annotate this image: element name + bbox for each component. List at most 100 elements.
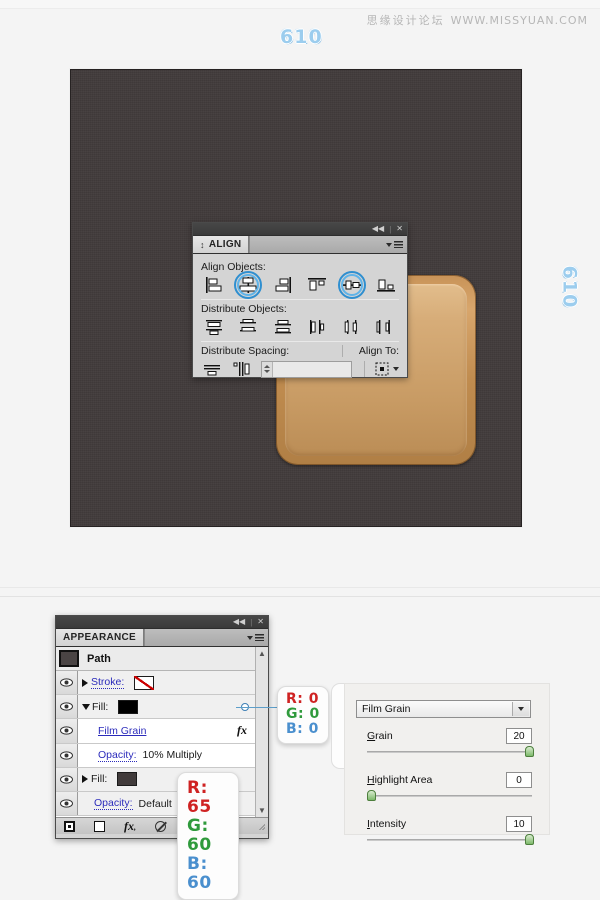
grain-slider-thumb[interactable] xyxy=(525,746,535,757)
film-grain-dialog[interactable]: Film Grain GGrainrain 20 Highlight Area … xyxy=(331,683,550,845)
appearance-row-film-grain[interactable]: Film Grain fx xyxy=(56,719,255,744)
grain-row: GGrainrain 20 xyxy=(367,728,532,744)
film-grain-label[interactable]: Film Grain xyxy=(98,725,146,737)
tab-filler xyxy=(249,236,407,253)
row-content[interactable]: Stroke: xyxy=(78,675,255,690)
close-icon[interactable]: ✕ xyxy=(257,618,264,626)
appearance-row-opacity-multiply[interactable]: Opacity: 10% Multiply xyxy=(56,743,255,768)
horizontal-distribute-space-icon[interactable] xyxy=(231,360,253,378)
hamburger-icon xyxy=(394,241,403,248)
row-content[interactable]: Film Grain fx xyxy=(78,723,255,738)
grain-value[interactable]: 20 xyxy=(506,728,532,744)
distribute-spacing-label: Distribute Spacing: xyxy=(201,345,290,357)
vertical-align-bottom-icon[interactable] xyxy=(375,276,397,294)
spinner-arrows[interactable] xyxy=(262,361,273,377)
align-to-dropdown[interactable] xyxy=(374,361,399,377)
effect-fx-icon[interactable]: fx xyxy=(237,723,247,738)
align-panel-titlebar[interactable]: ◀◀ | ✕ xyxy=(193,223,407,236)
tab-filler xyxy=(144,629,268,646)
highlight-area-row: Highlight Area 0 xyxy=(367,772,532,788)
site-watermark: 思缘设计论坛 WWW.MISSYUAN.COM xyxy=(367,12,588,28)
opacity-label[interactable]: Opacity: xyxy=(94,797,133,811)
row-content[interactable]: Opacity: 10% Multiply xyxy=(78,749,255,762)
expand-triangle-icon[interactable] xyxy=(82,775,88,784)
dialog-left-tab xyxy=(331,683,345,769)
vertical-distribute-bottom-icon[interactable] xyxy=(272,318,294,336)
appearance-object-header: Path xyxy=(56,647,255,671)
appearance-scrollbar[interactable]: ▲ ▼ xyxy=(255,647,268,817)
visibility-toggle[interactable] xyxy=(56,695,78,719)
horizontal-align-left-icon[interactable] xyxy=(203,276,225,294)
add-new-effect-icon[interactable]: fx, xyxy=(124,819,136,834)
scroll-up-arrow-icon[interactable]: ▲ xyxy=(258,649,266,658)
tab-align[interactable]: ALIGN xyxy=(193,236,250,253)
watermark-cn-text: 思缘设计论坛 xyxy=(366,14,445,27)
vertical-align-top-icon[interactable] xyxy=(306,276,328,294)
appearance-panel-titlebar[interactable]: ◀◀ | ✕ xyxy=(56,616,268,629)
opacity-label[interactable]: Opacity: xyxy=(98,749,137,762)
highlight-area-slider-track[interactable] xyxy=(367,790,532,801)
fill-label[interactable]: Fill: xyxy=(91,773,107,785)
vertical-align-center-icon[interactable] xyxy=(337,271,366,299)
watermark-url-text: WWW.MISSYUAN.COM xyxy=(450,14,588,27)
horizontal-distribute-center-icon[interactable] xyxy=(341,318,363,336)
fill-swatch-dark[interactable] xyxy=(117,772,138,787)
effect-select[interactable]: Film Grain xyxy=(356,700,531,718)
chevron-down-icon[interactable] xyxy=(512,702,529,716)
vertical-distribute-space-icon[interactable] xyxy=(201,360,223,378)
highlight-area-value[interactable]: 0 xyxy=(506,772,532,788)
horizontal-align-center-icon[interactable] xyxy=(234,271,263,299)
visibility-toggle[interactable] xyxy=(56,671,78,695)
vertical-distribute-center-icon[interactable] xyxy=(237,318,259,336)
chevron-down-icon xyxy=(386,242,392,247)
visibility-toggle[interactable] xyxy=(56,719,78,743)
row-content[interactable]: Fill: xyxy=(78,699,255,714)
collapse-icon[interactable]: ◀◀ xyxy=(233,618,245,626)
callout-dark-fill-rgb: R: 65 G: 60 B: 60 xyxy=(177,772,239,900)
film-grain-settings-panel: Film Grain GGrainrain 20 Highlight Area … xyxy=(344,683,550,845)
appearance-row-stroke[interactable]: Stroke: xyxy=(56,671,255,696)
scroll-down-arrow-icon[interactable]: ▼ xyxy=(258,806,266,815)
panel-menu-button[interactable] xyxy=(247,634,264,641)
intensity-slider-track[interactable] xyxy=(367,834,535,845)
vertical-distribute-top-icon[interactable] xyxy=(203,318,225,336)
add-new-stroke-icon[interactable] xyxy=(64,820,75,832)
panel-menu-button[interactable] xyxy=(386,241,403,248)
grain-slider-track[interactable] xyxy=(367,746,535,757)
resize-grip-icon[interactable] xyxy=(257,822,265,830)
align-panel-body: Align Objects: Distribute Objects: Distr… xyxy=(193,254,407,378)
visibility-toggle[interactable] xyxy=(56,743,78,767)
stroke-label[interactable]: Stroke: xyxy=(91,676,125,690)
horizontal-distribute-left-icon[interactable] xyxy=(306,318,328,336)
appearance-row-fill-black[interactable]: Fill: xyxy=(56,695,255,720)
tab-appearance[interactable]: APPEARANCE xyxy=(56,629,145,646)
spacing-input-value[interactable] xyxy=(273,361,351,377)
add-new-fill-icon[interactable] xyxy=(94,820,105,832)
fill-label[interactable]: Fill: xyxy=(92,701,108,713)
collapse-icon[interactable]: ◀◀ xyxy=(372,225,384,233)
close-icon[interactable]: ✕ xyxy=(396,225,403,233)
clear-appearance-icon[interactable] xyxy=(155,820,166,832)
spacing-input[interactable] xyxy=(261,360,352,378)
callout-r-value: R: 0 xyxy=(286,691,319,707)
callout-leader-line xyxy=(236,707,281,708)
intensity-slider-thumb[interactable] xyxy=(525,834,535,845)
opacity-value: 10% Multiply xyxy=(142,749,203,762)
collapse-triangle-icon[interactable] xyxy=(82,703,90,710)
step-marker-top: 610 xyxy=(280,26,323,48)
visibility-toggle[interactable] xyxy=(56,767,78,791)
horizontal-align-right-icon[interactable] xyxy=(272,276,294,294)
intensity-control-group: Intensity 10 xyxy=(367,816,535,845)
intensity-value[interactable]: 10 xyxy=(506,816,532,832)
highlight-area-slider-thumb[interactable] xyxy=(367,790,376,801)
align-panel[interactable]: ◀◀ | ✕ ALIGN Align Objects: xyxy=(192,222,408,378)
expand-triangle-icon[interactable] xyxy=(82,678,88,687)
effect-select-value: Film Grain xyxy=(362,703,411,715)
horizontal-distribute-right-icon[interactable] xyxy=(375,318,397,336)
stroke-swatch-none[interactable] xyxy=(134,675,155,690)
fill-swatch-black[interactable] xyxy=(118,699,139,714)
distribute-spacing-header: Distribute Spacing: Align To: xyxy=(201,345,399,357)
visibility-toggle[interactable] xyxy=(56,791,78,816)
hamburger-icon xyxy=(255,634,264,641)
step-marker-right: 610 xyxy=(558,265,581,309)
